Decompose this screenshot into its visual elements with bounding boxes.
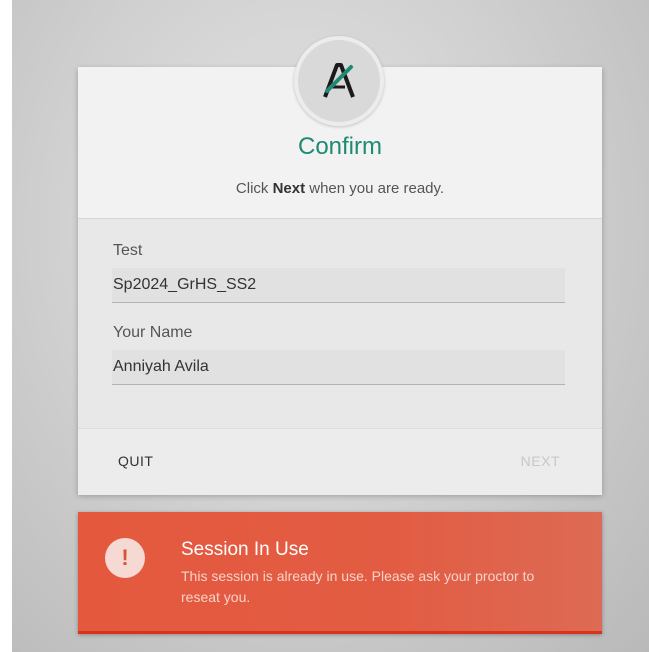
name-label: Your Name	[113, 324, 193, 341]
confirm-form: Test Sp2024_GrHS_SS2 Your Name Anniyah A…	[78, 219, 602, 428]
test-label: Test	[113, 242, 143, 259]
screen-background: Confirm Click Next when you are ready. T…	[12, 0, 649, 652]
subtitle-suffix: when you are ready.	[305, 180, 445, 197]
subtitle-next-keyword: Next	[272, 180, 306, 197]
logo-badge	[294, 36, 384, 126]
name-field: Anniyah Avila	[112, 350, 565, 385]
quit-button[interactable]: QUIT	[118, 453, 153, 469]
confirm-dialog: Confirm Click Next when you are ready. T…	[78, 36, 602, 495]
ayr-logo-icon	[323, 63, 355, 98]
dialog-footer: QUIT NEXT	[78, 428, 602, 495]
next-button[interactable]: NEXT	[521, 453, 560, 469]
test-field: Sp2024_GrHS_SS2	[112, 268, 565, 303]
exclamation-icon: !	[105, 538, 145, 578]
dialog-title: Confirm	[297, 133, 382, 160]
alert-title: Session In Use	[181, 539, 309, 560]
subtitle-prefix: Click	[235, 180, 273, 197]
dialog-subtitle: Click Next when you are ready.	[78, 180, 602, 197]
alert-message: This session is already in use. Please a…	[181, 568, 535, 605]
dialog-header: Confirm Click Next when you are ready.	[78, 36, 602, 218]
session-in-use-alert: ! Session In Use This session is already…	[78, 512, 602, 634]
